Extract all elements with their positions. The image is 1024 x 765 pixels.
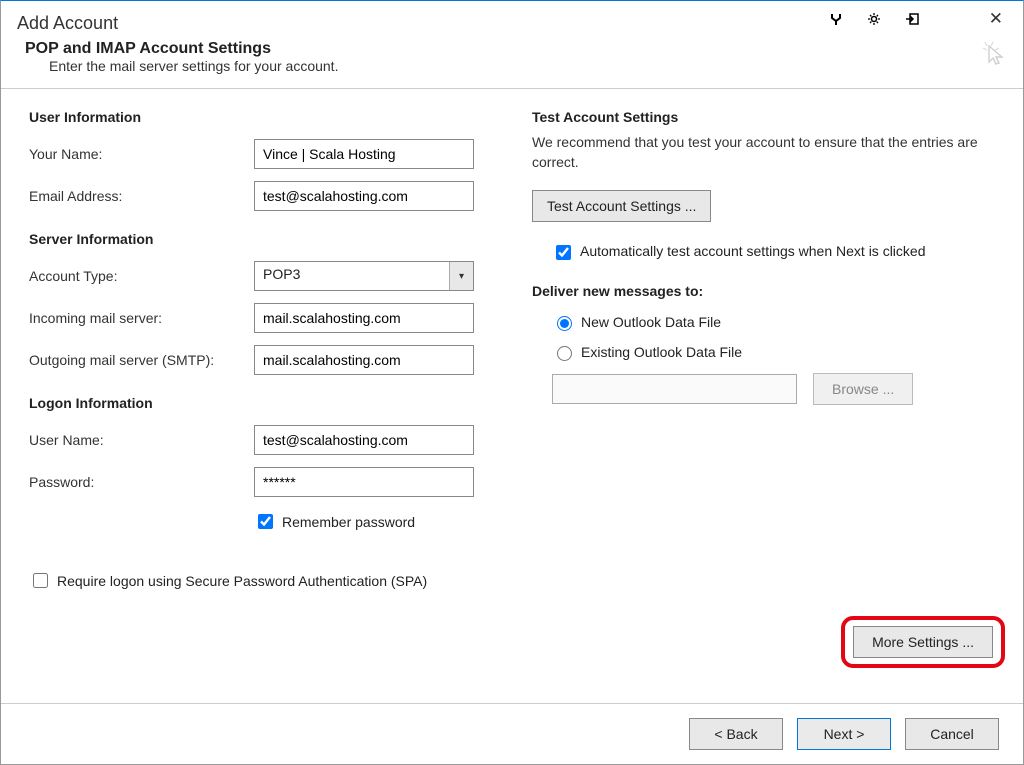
header-band: POP and IMAP Account Settings Enter the …: [1, 36, 1023, 88]
next-button[interactable]: Next >: [797, 718, 891, 750]
account-type-value: POP3: [255, 262, 449, 290]
outgoing-server-input[interactable]: [254, 345, 474, 375]
window-title: Add Account: [17, 7, 118, 34]
row-account-type: Account Type: POP3 ▾: [29, 261, 492, 291]
incoming-server-input[interactable]: [254, 303, 474, 333]
server-info-heading: Server Information: [29, 231, 492, 247]
left-column: User Information Your Name: Email Addres…: [29, 109, 492, 695]
your-name-label: Your Name:: [29, 146, 254, 162]
incoming-label: Incoming mail server:: [29, 310, 254, 326]
row-email: Email Address:: [29, 181, 492, 211]
fork-icon: [829, 12, 843, 26]
spa-label: Require logon using Secure Password Auth…: [57, 573, 427, 589]
radio-existing-file-row: Existing Outlook Data File: [552, 343, 995, 361]
existing-outlook-file-radio[interactable]: [557, 346, 572, 361]
auto-test-row: Automatically test account settings when…: [552, 242, 995, 263]
close-icon[interactable]: ✕: [983, 7, 1009, 31]
row-username: User Name:: [29, 425, 492, 455]
outgoing-label: Outgoing mail server (SMTP):: [29, 352, 254, 368]
browse-button: Browse ...: [813, 373, 913, 405]
auto-test-checkbox[interactable]: [556, 245, 571, 260]
back-button[interactable]: < Back: [689, 718, 783, 750]
password-label: Password:: [29, 474, 254, 490]
remember-password-checkbox[interactable]: [258, 514, 273, 529]
row-your-name: Your Name:: [29, 139, 492, 169]
username-label: User Name:: [29, 432, 254, 448]
footer: < Back Next > Cancel: [1, 703, 1023, 764]
row-outgoing: Outgoing mail server (SMTP):: [29, 345, 492, 375]
cursor-icon: [979, 40, 1007, 68]
test-account-button[interactable]: Test Account Settings ...: [532, 190, 711, 222]
your-name-input[interactable]: [254, 139, 474, 169]
right-column: Test Account Settings We recommend that …: [532, 109, 995, 695]
remember-password-label: Remember password: [282, 514, 415, 530]
test-settings-text: We recommend that you test your account …: [532, 133, 995, 172]
page-subtitle: Enter the mail server settings for your …: [49, 58, 999, 74]
existing-file-path-input: [552, 374, 797, 404]
logon-info-heading: Logon Information: [29, 395, 492, 411]
existing-outlook-file-label: Existing Outlook Data File: [581, 344, 742, 360]
import-icon: [905, 12, 919, 26]
browse-row: Browse ...: [552, 373, 995, 405]
cancel-button[interactable]: Cancel: [905, 718, 999, 750]
remember-password-row: Remember password: [254, 511, 492, 532]
gear-icon: [867, 12, 881, 26]
account-type-label: Account Type:: [29, 268, 254, 284]
email-input[interactable]: [254, 181, 474, 211]
row-password: Password:: [29, 467, 492, 497]
titlebar: Add Account ✕: [1, 1, 1023, 36]
new-outlook-file-label: New Outlook Data File: [581, 314, 721, 330]
auto-test-label: Automatically test account settings when…: [580, 242, 926, 261]
chevron-down-icon[interactable]: ▾: [449, 262, 473, 290]
new-outlook-file-radio[interactable]: [557, 316, 572, 331]
titlebar-icons: ✕: [829, 7, 1013, 31]
account-type-select[interactable]: POP3 ▾: [254, 261, 474, 291]
email-label: Email Address:: [29, 188, 254, 204]
main-body: User Information Your Name: Email Addres…: [1, 89, 1023, 703]
more-settings-highlight: More Settings ...: [841, 616, 1005, 668]
page-title: POP and IMAP Account Settings: [25, 40, 999, 58]
more-settings-button[interactable]: More Settings ...: [853, 626, 993, 658]
test-settings-heading: Test Account Settings: [532, 109, 995, 125]
password-input[interactable]: [254, 467, 474, 497]
spa-checkbox[interactable]: [33, 573, 48, 588]
user-info-heading: User Information: [29, 109, 492, 125]
add-account-window: Add Account ✕ POP and IMAP Account Setti…: [0, 0, 1024, 765]
username-input[interactable]: [254, 425, 474, 455]
deliver-heading: Deliver new messages to:: [532, 283, 995, 299]
spa-row: Require logon using Secure Password Auth…: [29, 570, 492, 591]
row-incoming: Incoming mail server:: [29, 303, 492, 333]
radio-new-file-row: New Outlook Data File: [552, 313, 995, 331]
